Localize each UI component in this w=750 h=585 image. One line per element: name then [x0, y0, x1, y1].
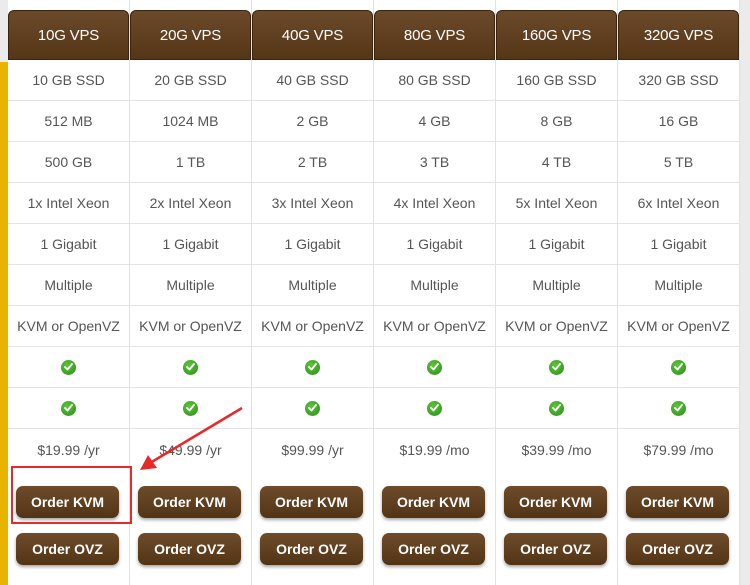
feature-cell: 1 TB [130, 142, 251, 183]
feature-cell: 3x Intel Xeon [252, 183, 373, 224]
feature-cell: Multiple [252, 265, 373, 306]
feature-check-cell [8, 347, 129, 388]
feature-cell: 5 TB [618, 142, 739, 183]
order-kvm-button[interactable]: Order KVM [626, 486, 729, 518]
plan-price: $39.99 /mo [521, 441, 592, 458]
plan-name: 160G VPS [496, 10, 617, 60]
feature-cell: 5x Intel Xeon [496, 183, 617, 224]
accent-bar [0, 62, 8, 585]
feature-cell: 10 GB SSD [8, 60, 129, 101]
annotation-highlight-box [11, 466, 132, 524]
check-circle-icon [61, 359, 76, 375]
plan-column: 40G VPS 40 GB SSD 2 GB 2 TB 3x Intel Xeon 1 G… [252, 0, 374, 585]
feature-cell: 512 MB [8, 101, 129, 142]
order-kvm-button[interactable]: Order KVM [382, 486, 485, 518]
check-circle-icon [305, 400, 320, 416]
feature-cell: 1 Gigabit [496, 224, 617, 265]
feature-cell: KVM or OpenVZ [618, 306, 739, 347]
feature-cell: 1 Gigabit [8, 224, 129, 265]
order-kvm-button[interactable]: Order KVM [504, 486, 607, 518]
check-circle-icon [305, 359, 320, 375]
feature-cell: KVM or OpenVZ [252, 306, 373, 347]
plan-column: 320G VPS 320 GB SSD 16 GB 5 TB 6x Intel Xeon… [618, 0, 740, 585]
feature-cell: Multiple [618, 265, 739, 306]
feature-cell: 40 GB SSD [252, 60, 373, 101]
plan-price: $99.99 /yr [281, 441, 344, 458]
feature-check-cell [618, 347, 739, 388]
check-circle-icon [427, 400, 442, 416]
order-kvm-button[interactable]: Order KVM [138, 486, 241, 518]
feature-cell: 1 Gigabit [618, 224, 739, 265]
check-circle-icon [183, 359, 198, 375]
feature-cell: 1024 MB [130, 101, 251, 142]
check-circle-icon [61, 400, 76, 416]
plan-column: 80G VPS 80 GB SSD 4 GB 3 TB 4x Intel Xeon 1 G… [374, 0, 496, 585]
feature-check-cell [496, 347, 617, 388]
feature-cell: Multiple [8, 265, 129, 306]
feature-check-cell [374, 347, 495, 388]
feature-check-cell [496, 388, 617, 429]
feature-cell: 6x Intel Xeon [618, 183, 739, 224]
check-circle-icon [549, 359, 564, 375]
feature-cell: 2 TB [252, 142, 373, 183]
feature-cell: 1x Intel Xeon [8, 183, 129, 224]
feature-cell: Multiple [374, 265, 495, 306]
plan-column: 160G VPS 160 GB SSD 8 GB 4 TB 5x Intel Xeon 1… [496, 0, 618, 585]
feature-check-cell [130, 347, 251, 388]
feature-cell: Multiple [130, 265, 251, 306]
order-ovz-button[interactable]: Order OVZ [16, 533, 119, 565]
check-circle-icon [671, 359, 686, 375]
feature-cell: 16 GB [618, 101, 739, 142]
feature-check-cell [618, 388, 739, 429]
check-circle-icon [427, 359, 442, 375]
feature-cell: 1 Gigabit [130, 224, 251, 265]
feature-cell: KVM or OpenVZ [8, 306, 129, 347]
plan-price: $19.99 /yr [37, 441, 100, 458]
feature-cell: 4 GB [374, 101, 495, 142]
order-ovz-button[interactable]: Order OVZ [626, 533, 729, 565]
feature-check-cell [252, 388, 373, 429]
feature-cell: 1 Gigabit [252, 224, 373, 265]
order-ovz-button[interactable]: Order OVZ [138, 533, 241, 565]
plan-name: 320G VPS [618, 10, 739, 60]
check-circle-icon [671, 400, 686, 416]
plan-name: 20G VPS [130, 10, 251, 60]
plan-price: $79.99 /mo [643, 441, 714, 458]
feature-cell: 8 GB [496, 101, 617, 142]
plan-name: 80G VPS [374, 10, 495, 60]
feature-cell: 3 TB [374, 142, 495, 183]
feature-cell: 20 GB SSD [130, 60, 251, 101]
check-circle-icon [183, 400, 198, 416]
order-ovz-button[interactable]: Order OVZ [504, 533, 607, 565]
feature-cell: 2 GB [252, 101, 373, 142]
feature-cell: 320 GB SSD [618, 60, 739, 101]
plan-name: 40G VPS [252, 10, 373, 60]
plan-price: $19.99 /mo [399, 441, 470, 458]
feature-cell: 1 Gigabit [374, 224, 495, 265]
plan-column: 20G VPS 20 GB SSD 1024 MB 1 TB 2x Intel Xeon… [130, 0, 252, 585]
plan-price: $49.99 /yr [159, 441, 222, 458]
feature-cell: KVM or OpenVZ [496, 306, 617, 347]
plan-name: 10G VPS [8, 10, 129, 60]
feature-cell: 80 GB SSD [374, 60, 495, 101]
feature-cell: 160 GB SSD [496, 60, 617, 101]
feature-cell: Multiple [496, 265, 617, 306]
feature-cell: KVM or OpenVZ [130, 306, 251, 347]
feature-cell: 4 TB [496, 142, 617, 183]
feature-cell: KVM or OpenVZ [374, 306, 495, 347]
feature-check-cell [374, 388, 495, 429]
feature-check-cell [252, 347, 373, 388]
feature-cell: 2x Intel Xeon [130, 183, 251, 224]
feature-cell: 500 GB [8, 142, 129, 183]
feature-cell: 4x Intel Xeon [374, 183, 495, 224]
feature-check-cell [8, 388, 129, 429]
order-kvm-button[interactable]: Order KVM [260, 486, 363, 518]
order-ovz-button[interactable]: Order OVZ [260, 533, 363, 565]
order-ovz-button[interactable]: Order OVZ [382, 533, 485, 565]
feature-check-cell [130, 388, 251, 429]
check-circle-icon [549, 400, 564, 416]
